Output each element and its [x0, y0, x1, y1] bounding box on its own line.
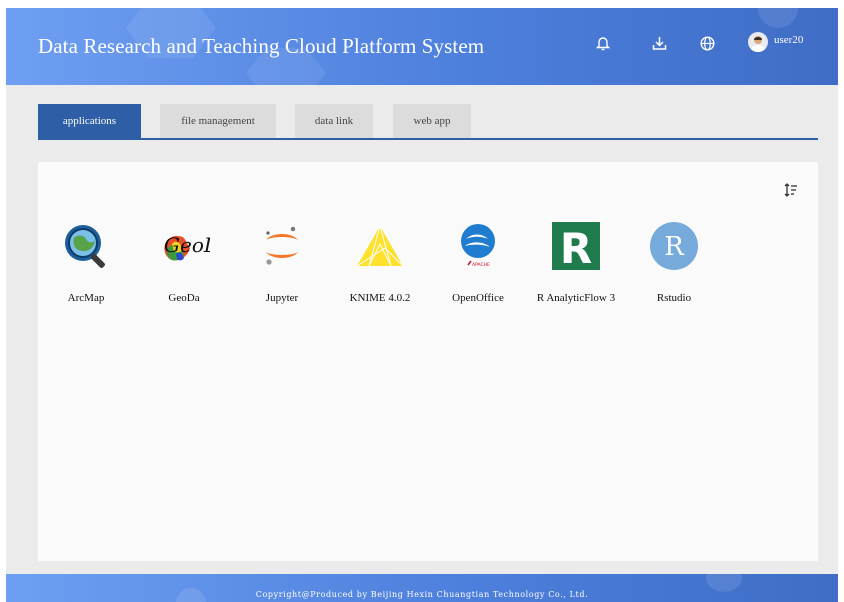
- openoffice-icon: APACHE: [452, 220, 504, 272]
- app-frame: Data Research and Teaching Cloud Platfor…: [6, 8, 838, 602]
- app-label: GeoDa: [168, 292, 200, 304]
- app-tile-rstudio[interactable]: R Rstudio: [632, 220, 716, 305]
- applications-panel: ArcMap GeoDa GeoDa: [38, 162, 818, 561]
- svg-text:GeoDa: GeoDa: [164, 233, 210, 257]
- app-tile-geoda[interactable]: GeoDa GeoDa: [142, 220, 226, 305]
- app-label: Jupyter: [265, 292, 299, 304]
- app-label: OpenOffice: [452, 292, 504, 304]
- app-label: ArcMap: [67, 292, 105, 304]
- download-icon[interactable]: [648, 32, 670, 54]
- knime-icon: [354, 220, 406, 272]
- page-title: Data Research and Teaching Cloud Platfor…: [38, 34, 485, 58]
- tab-file-management[interactable]: file management: [160, 104, 276, 138]
- jupyter-icon: [256, 220, 308, 272]
- svg-text:R: R: [664, 232, 685, 262]
- arcmap-icon: [60, 220, 112, 272]
- geoda-icon: GeoDa: [158, 220, 210, 272]
- app-tile-openoffice[interactable]: APACHE OpenOffice: [436, 220, 520, 305]
- bell-icon[interactable]: [592, 32, 614, 54]
- footer-bar: Copyright@Produced by Beijing Hexin Chua…: [6, 574, 838, 602]
- svg-text:APACHE: APACHE: [472, 262, 490, 268]
- app-tile-knime[interactable]: KNIME 4.0.2: [338, 220, 422, 305]
- app-tile-jupyter[interactable]: Jupyter: [240, 220, 324, 305]
- header-bar: Data Research and Teaching Cloud Platfor…: [6, 8, 838, 85]
- tab-web-app[interactable]: web app: [393, 104, 471, 138]
- globe-icon[interactable]: [696, 32, 718, 54]
- sort-icon[interactable]: [784, 183, 798, 202]
- username[interactable]: user20: [774, 34, 803, 46]
- r-analyticflow-icon: R: [550, 220, 602, 272]
- tab-applications[interactable]: applications: [38, 104, 141, 138]
- app-tile-r-analyticflow[interactable]: R R AnalyticFlow 3: [534, 220, 618, 305]
- app-tile-arcmap[interactable]: ArcMap: [44, 220, 128, 305]
- avatar[interactable]: [748, 32, 768, 52]
- tab-underline: [38, 138, 818, 140]
- app-label: KNIME 4.0.2: [349, 292, 411, 304]
- tab-data-link[interactable]: data link: [295, 104, 373, 138]
- rstudio-icon: R: [648, 220, 700, 272]
- app-label: Rstudio: [656, 292, 692, 304]
- app-label: R AnalyticFlow 3: [536, 292, 616, 304]
- header-decoration: [758, 8, 798, 28]
- svg-text:R: R: [560, 224, 592, 271]
- copyright-text: Copyright@Produced by Beijing Hexin Chua…: [255, 590, 589, 599]
